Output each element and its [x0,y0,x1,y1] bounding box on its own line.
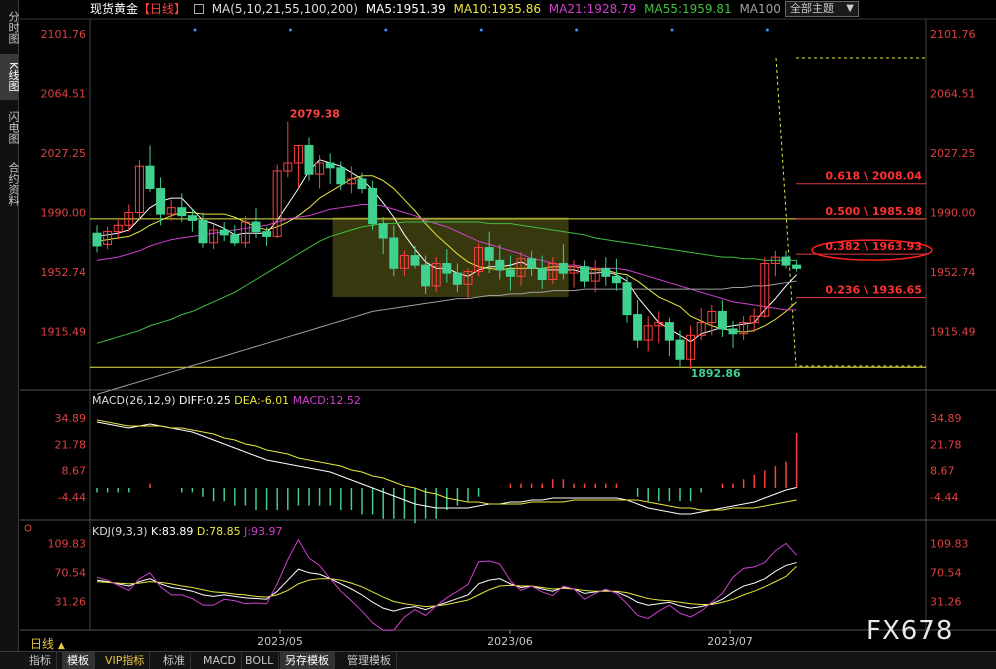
tab-template[interactable]: 模板 [62,652,95,669]
candle-body [378,223,388,239]
y-tick-label-right: 2027.25 [930,147,976,160]
candle-body [527,258,537,269]
y-tick-label-left: 2064.51 [41,88,87,101]
candle-body [262,231,272,237]
kdj-y-tick-left: 109.83 [48,537,87,550]
tab-save-template[interactable]: 另存模板 [280,652,335,669]
event-marker [288,28,292,32]
kdj-y-tick-right: 70.54 [930,566,962,579]
candle-body [633,314,643,341]
candle-body [219,229,229,236]
tab-standard[interactable]: 标准 [158,652,191,669]
macd-y-tick-right: 8.67 [930,465,955,478]
fib-level-label: 0.500 \ 1985.98 [825,205,922,218]
tab-manage-template[interactable]: 管理模板 [342,652,397,669]
x-tick-label: 2023/05 [257,635,303,648]
y-tick-label-left: 2101.76 [41,28,87,41]
event-marker [479,28,483,32]
candle-body [675,339,685,360]
candle-body [368,188,378,225]
kdj-line-d [96,565,797,608]
macd-y-tick-left: -4.44 [58,491,86,504]
candle-body [505,269,515,277]
candle-body [145,165,155,190]
event-marker [765,28,769,32]
y-tick-label-right: 1990.00 [930,206,976,219]
candle-body [325,162,335,169]
tab-boll[interactable]: BOLL [240,652,280,669]
low-price-label: 1892.86 [691,367,741,380]
kdj-y-tick-left: 31.26 [55,595,87,608]
candle-body [389,237,399,269]
tab-macd[interactable]: MACD [198,652,242,669]
macd-y-tick-right: 34.89 [930,412,962,425]
candle-body [421,264,431,287]
chart-canvas: 2101.76 2101.76 2064.51 2064.51 2027.25 2027.… [20,18,996,648]
watermark-logo: FX678 [866,616,954,646]
settings-icon [24,524,32,532]
candle-body [230,234,240,244]
candle-body [601,267,611,277]
candle-body [156,188,166,215]
fib-level-label: 0.236 \ 1936.65 [825,284,922,297]
candle-body [495,259,505,271]
fib-level-label: 0.618 \ 2008.04 [825,170,922,183]
event-marker [193,28,197,32]
event-marker [670,28,674,32]
kdj-y-tick-right: 109.83 [930,537,969,550]
y-tick-label-left: 1915.49 [41,325,87,338]
candle-body [336,167,346,185]
candle-body [92,232,102,247]
candle-body [728,328,738,335]
triangle-up-icon: ▲ [57,641,65,651]
y-tick-label-right: 1952.74 [930,266,976,279]
event-marker [384,28,388,32]
tab-indicator[interactable]: 指标 [24,652,57,669]
kdj-y-tick-right: 31.26 [930,595,962,608]
candle-body [357,178,367,190]
macd-y-tick-left: 8.67 [62,465,87,478]
candle-body [622,282,632,316]
candle-body [198,219,208,244]
high-price-label: 2079.38 [290,108,340,121]
tab-vip-indicator[interactable]: VIP指标 [100,652,151,669]
macd-y-tick-left: 34.89 [55,412,87,425]
candle-body [452,272,462,285]
macd-y-tick-right: 21.78 [930,438,962,451]
y-tick-label-left: 1952.74 [41,266,87,279]
candle-body [580,266,590,282]
candle-body [781,256,791,266]
candle-body [611,275,621,284]
candle-body [177,207,187,217]
y-tick-label-right: 2101.76 [930,28,976,41]
y-tick-label-right: 1915.49 [930,325,976,338]
consolidation-box [332,217,569,298]
fib-level-label: 0.382 \ 1963.93 [825,240,922,253]
candle-body [410,255,420,266]
kdj-y-tick-left: 70.54 [55,566,87,579]
y-tick-label-right: 2064.51 [930,88,976,101]
event-marker [575,28,579,32]
y-tick-label-left: 2027.25 [41,147,87,160]
bottom-toolbar: 指标 模板 VIP指标 标准 MACD BOLL 另存模板 管理模板 [0,651,996,669]
x-tick-label: 2023/06 [487,635,533,648]
candle-body [717,310,727,330]
candle-body [304,144,314,175]
macd-y-tick-left: 21.78 [55,438,87,451]
candle-body [558,263,568,274]
period-selector-label: 日线 [30,637,55,651]
kdj-line-j [96,538,797,631]
macd-y-tick-right: -4.44 [930,491,958,504]
candle-body [664,322,674,341]
x-tick-label: 2023/07 [707,635,753,648]
candle-body [251,221,261,233]
candle-body [442,263,452,274]
candle-body [792,264,802,269]
y-tick-label-left: 1990.00 [41,206,87,219]
period-selector[interactable]: 日线 ▲ [30,635,65,652]
candle-body [537,267,547,280]
candle-body [484,247,494,261]
candle-body [187,215,197,221]
